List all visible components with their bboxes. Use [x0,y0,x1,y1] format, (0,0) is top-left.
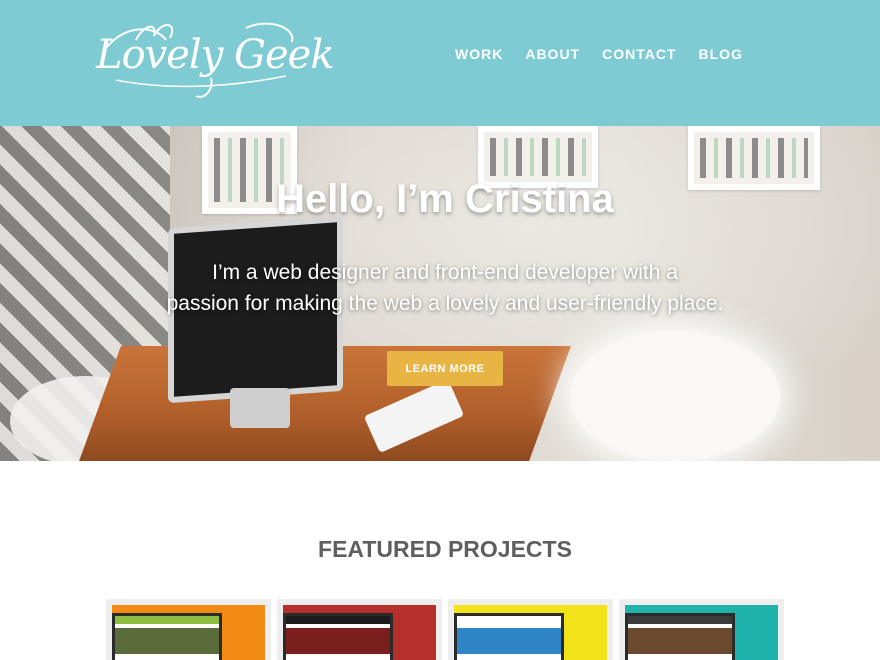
hero-subtitle-line: passion for making the web a lovely and … [166,292,724,315]
hero-subtitle-line: I’m a web designer and front-end develop… [212,261,678,284]
nav-about[interactable]: ABOUT [525,46,580,62]
project-card[interactable] [448,599,613,660]
project-card[interactable] [277,599,442,660]
featured-projects-heading: FEATURED PROJECTS [318,536,572,562]
learn-more-button[interactable]: LEARN MORE [387,351,503,386]
nav-work[interactable]: WORK [455,46,503,62]
project-screenshot [454,613,564,660]
nav-blog[interactable]: BLOG [699,46,743,62]
project-card[interactable] [106,599,271,660]
monitor-stand-decoration [230,388,290,428]
project-screenshot [625,613,735,660]
hero-section: Hello, I’m Cristina I’m a web designer a… [0,126,880,461]
project-screenshot [283,613,393,660]
project-card[interactable] [619,599,784,660]
logo-text: Lovely Geek [96,32,335,78]
logo[interactable]: Lovely Geek [96,18,335,106]
site-header: Lovely Geek WORK ABOUT CONTACT BLOG [0,0,880,126]
hero-title: Hello, I’m Cristina [276,177,614,221]
fur-cushion-decoration [570,331,780,461]
hero-subtitle: I’m a web designer and front-end develop… [0,257,880,319]
nav-contact[interactable]: CONTACT [602,46,676,62]
main-nav: WORK ABOUT CONTACT BLOG [455,46,743,62]
project-screenshot [112,613,222,660]
projects-grid [106,599,784,660]
